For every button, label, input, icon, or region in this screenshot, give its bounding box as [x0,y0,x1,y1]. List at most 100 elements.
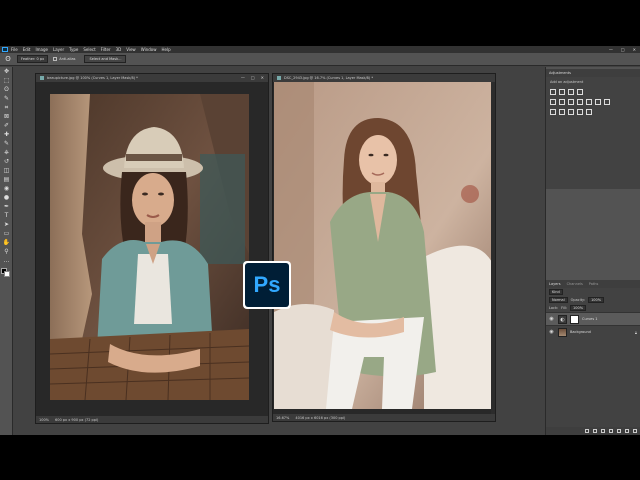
eyedropper-icon[interactable]: ✐ [2,122,11,130]
menu-file[interactable]: File [11,47,18,52]
menu-filter[interactable]: Filter [101,47,111,52]
feather-label: Feather: [21,57,36,61]
posterize-icon[interactable] [559,109,565,115]
brush-icon[interactable]: ✎ [2,140,11,148]
black-white-icon[interactable] [577,99,583,105]
minimize-icon[interactable]: — [609,47,613,52]
menu-view[interactable]: View [126,47,136,52]
vibrance-icon[interactable] [550,99,556,105]
zoom-level[interactable]: 100% [39,418,49,422]
photo-canvas-hat-woman[interactable] [50,94,249,400]
blend-mode-dropdown[interactable]: Normal [549,297,568,303]
menu-3d[interactable]: 3D [116,47,122,52]
tab-channels[interactable]: Channels [567,282,583,286]
tab-layers[interactable]: Layers [549,282,561,286]
layers-footer [546,427,640,435]
move-icon[interactable]: ✥ [2,68,11,76]
brightness-icon[interactable] [550,89,556,95]
document-window-1[interactable]: beaupicture.jpg @ 100% (Curves 1, Layer … [35,73,269,424]
zoom-level[interactable]: 16.67% [276,416,289,420]
adjustment-icons-row-1 [546,87,640,97]
minimize-icon[interactable]: — [241,75,245,80]
threshold-icon[interactable] [568,109,574,115]
zoom-icon[interactable]: ⚲ [2,248,11,256]
history-brush-icon[interactable]: ↺ [2,158,11,166]
layer-row-background[interactable]: ◉ Background 🔒︎ [546,325,640,338]
gradient-map-icon[interactable] [577,109,583,115]
curves-icon[interactable] [568,89,574,95]
more-icon[interactable]: … [2,257,11,265]
menu-help[interactable]: Help [161,47,170,52]
close-icon[interactable]: ✕ [261,75,264,80]
menu-edit[interactable]: Edit [23,47,31,52]
tab-paths[interactable]: Paths [589,282,599,286]
vertical-scrollbar[interactable] [491,82,495,414]
layer-name: Background [570,330,591,334]
lasso-icon[interactable]: ʘ [2,86,11,94]
menu-image[interactable]: Image [35,47,48,52]
photo-canvas-sitting-woman[interactable] [274,82,492,409]
document-window-2[interactable]: DSC_2943.jpg @ 16.7% (Curves 1, Layer Ma… [272,73,496,422]
antialias-checkbox[interactable]: Anti-alias [53,57,75,61]
menu-layer[interactable]: Layer [53,47,64,52]
healing-icon[interactable]: ✚ [2,131,11,139]
rectangle-icon[interactable]: ▭ [2,230,11,238]
close-icon[interactable]: ✕ [633,47,636,52]
exposure-icon[interactable] [577,89,583,95]
path-select-icon[interactable]: ➤ [2,221,11,229]
dodge-icon[interactable]: ● [2,194,11,202]
new-layer-icon[interactable] [625,429,629,433]
link-icon[interactable] [585,429,589,433]
layer-row-curves[interactable]: ◉ ◐ Curves 1 [546,312,640,325]
menu-type[interactable]: Type [69,47,78,52]
levels-icon[interactable] [559,89,565,95]
eraser-icon[interactable]: ◫ [2,167,11,175]
menu-select[interactable]: Select [83,47,95,52]
channel-mixer-icon[interactable] [595,99,601,105]
fill-field[interactable]: 100% [570,305,587,311]
lasso-icon[interactable]: ʘ [4,55,12,63]
selective-color-icon[interactable] [586,109,592,115]
window-controls: — □ ✕ [609,47,636,52]
tab-adjustments[interactable]: Adjustments [549,71,571,75]
blur-icon[interactable]: ◉ [2,185,11,193]
feather-field[interactable]: Feather: 0 px [17,55,49,63]
maximize-icon[interactable]: □ [621,47,625,52]
menu-window[interactable]: Window [141,47,157,52]
adjustment-layer-icon[interactable] [609,429,613,433]
crop-icon[interactable]: ⌗ [2,104,11,112]
marquee-icon[interactable]: ⬚ [2,77,11,85]
pen-icon[interactable]: ✒ [2,203,11,211]
document-tab-2[interactable]: DSC_2943.jpg @ 16.7% (Curves 1, Layer Ma… [273,74,495,82]
select-and-mask-button[interactable]: Select and Mask... [84,55,127,63]
hue-saturation-icon[interactable] [559,99,565,105]
gradient-icon[interactable]: ▤ [2,176,11,184]
stamp-icon[interactable]: ⎈ [2,149,11,157]
photo-filter-icon[interactable] [586,99,592,105]
maximize-icon[interactable]: □ [251,75,255,80]
color-swatches[interactable] [1,268,11,278]
type-icon[interactable]: T [2,212,11,220]
quick-select-icon[interactable]: ✎ [2,95,11,103]
feather-value: 0 px [36,57,45,61]
eye-icon[interactable]: ◉ [548,316,555,322]
document-tab-1[interactable]: beaupicture.jpg @ 100% (Curves 1, Layer … [36,74,268,82]
frame-icon[interactable]: ⊠ [2,113,11,121]
hand-icon[interactable]: ✋ [2,239,11,247]
opacity-field[interactable]: 100% [588,297,605,303]
fx-icon[interactable] [593,429,597,433]
trash-icon[interactable] [633,429,637,433]
layer-mask-thumbnail[interactable] [570,314,579,324]
adjustments-tab-bar: Adjustments [546,69,640,77]
background-color-swatch[interactable] [4,271,10,277]
layer-name: Curves 1 [582,317,598,321]
invert-icon[interactable] [550,109,556,115]
group-icon[interactable] [617,429,621,433]
photoshop-logo: Ps [243,261,291,309]
color-lookup-icon[interactable] [604,99,610,105]
eye-icon[interactable]: ◉ [548,329,555,335]
layer-thumbnail [558,327,567,337]
mask-icon[interactable] [601,429,605,433]
kind-filter-dropdown[interactable]: Kind [549,289,563,295]
color-balance-icon[interactable] [568,99,574,105]
